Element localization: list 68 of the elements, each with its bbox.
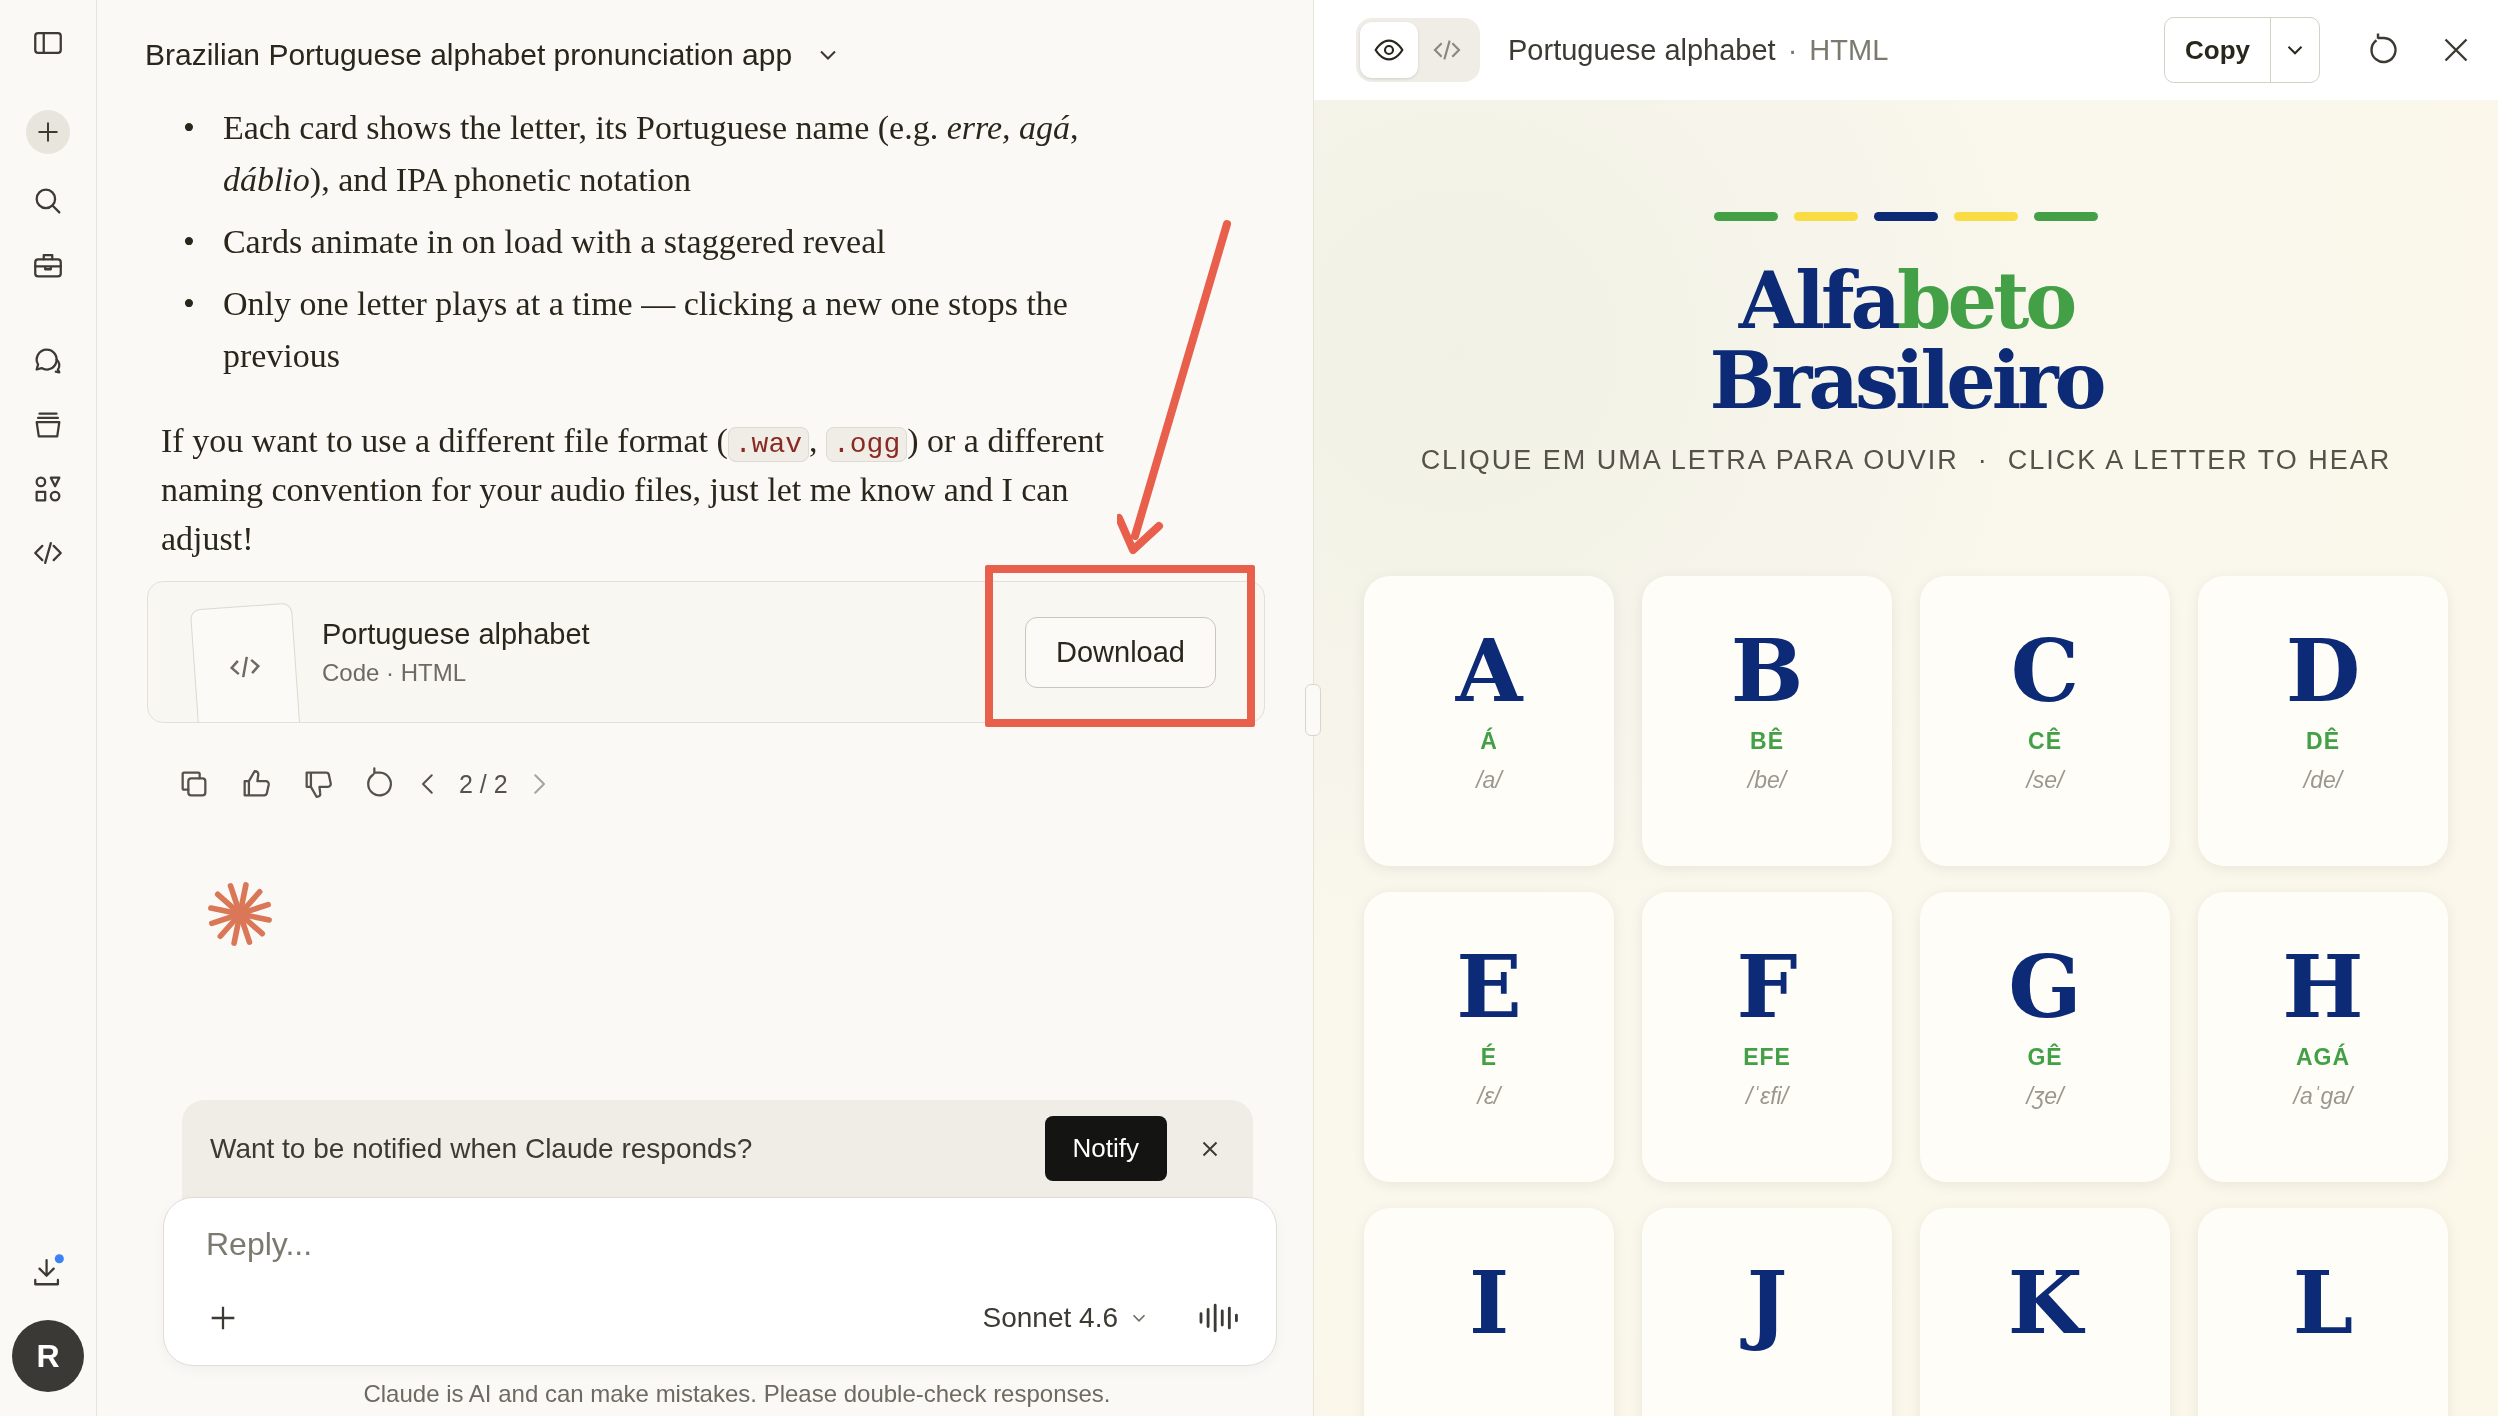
letter: F (1735, 935, 1799, 1039)
artifact-panel-title: Portuguese alphabet (1508, 33, 1776, 67)
letter-card[interactable]: J (1642, 1208, 1892, 1416)
letter-name: Á (1480, 728, 1498, 755)
phonetic-notation: /ʒe/ (2026, 1083, 2064, 1110)
notification-text: Want to be notified when Claude responds? (210, 1132, 754, 1165)
letter-card[interactable]: K (1920, 1208, 2170, 1416)
letter-card[interactable]: F EFE /ˈɛfi/ (1642, 892, 1892, 1182)
app-subtitle: CLIQUE EM UMA LETRA PARA OUVIR · CLICK A LETTER TO HEAR (1420, 445, 2392, 476)
letter-card[interactable]: I (1364, 1208, 1614, 1416)
letter: B (1729, 619, 1805, 723)
notify-button[interactable]: Notify (1044, 1116, 1167, 1181)
chat-title[interactable]: Brazilian Portuguese alphabet pronunciation app (145, 38, 793, 72)
reply-input[interactable]: Reply... (206, 1226, 1240, 1263)
bullet-marker: • (183, 222, 195, 262)
phonetic-notation: /aˈga/ (2293, 1083, 2353, 1110)
artifact-subtitle: Code · HTML (322, 658, 468, 687)
letter-name: CÊ (2028, 728, 2062, 755)
bullet-item: Cards animate in on load with a staggered reveal (222, 222, 886, 262)
phonetic-notation: /ɛ/ (1477, 1083, 1501, 1110)
letter: K (2006, 1251, 2086, 1355)
phonetic-notation: /be/ (1747, 767, 1787, 794)
artifact-card[interactable]: Portuguese alphabet Code · HTML Download (147, 581, 1265, 723)
letter-name: EFE (1743, 1044, 1791, 1071)
artifact-type: HTML (1809, 33, 1889, 67)
separator-dot: · (1787, 33, 1798, 67)
letter: E (1455, 935, 1523, 1039)
bullet-item: Each card shows the letter, its Portuguese name (e.g. erre, agá, dáblio), and IPA phonetic notation (222, 108, 1080, 200)
letter-name: BÊ (1750, 728, 1784, 755)
download-button[interactable]: Download (1025, 616, 1216, 688)
version-counter: 2 / 2 (459, 769, 508, 799)
phonetic-notation: /se/ (2026, 767, 2064, 794)
message-paragraph: If you want to use a different file format ( .wav , .ogg ) or a different naming convention for your audio files, just let me know and I can adjust! (160, 421, 1105, 559)
bullet-item: Only one letter plays at a time — clicking a new one stops the previous (222, 284, 1069, 376)
user-avatar[interactable]: R (12, 1320, 84, 1392)
letter: H (2281, 935, 2365, 1039)
letter: J (1736, 1248, 1798, 1358)
spark-icon (207, 881, 273, 947)
app-title: Alfabeto Brasileiro (1709, 261, 2103, 421)
letter-name: DÊ (2306, 728, 2340, 755)
letter: G (2007, 935, 2083, 1039)
letter-card[interactable]: D DÊ /de/ (2198, 576, 2448, 866)
bullet-marker: • (183, 284, 195, 324)
letter-card[interactable]: L (2198, 1208, 2448, 1416)
letter: I (1467, 1251, 1511, 1355)
phonetic-notation: /a/ (1476, 767, 1502, 794)
preview-tab[interactable] (1360, 22, 1418, 78)
bullet-marker: • (183, 108, 195, 148)
resize-handle[interactable] (1305, 684, 1321, 736)
letter-card[interactable]: H AGÁ /aˈga/ (2198, 892, 2448, 1182)
letter-card[interactable]: G GÊ /ʒe/ (1920, 892, 2170, 1182)
letter: D (2284, 619, 2362, 723)
letter: L (2291, 1251, 2355, 1355)
letter-card[interactable]: E É /ɛ/ (1364, 892, 1614, 1182)
model-selector[interactable]: Sonnet 4.6 (982, 1302, 1118, 1334)
letter-card[interactable]: B BÊ /be/ (1642, 576, 1892, 866)
letter-card[interactable]: C CÊ /se/ (1920, 576, 2170, 866)
letter: C (2009, 619, 2081, 723)
letter-name: GÊ (2027, 1044, 2063, 1071)
letter: A (1454, 619, 1525, 723)
artifact-title: Portuguese alphabet (322, 617, 591, 651)
letter-name: É (1480, 1044, 1498, 1071)
phonetic-notation: /de/ (2303, 767, 2343, 794)
letter-name: AGÁ (2295, 1044, 2351, 1071)
disclaimer-text: Claude is AI and can make mistakes. Please double-check responses. (362, 1379, 1112, 1409)
phonetic-notation: /ˈɛfi/ (1745, 1083, 1788, 1110)
letter-card[interactable]: A Á /a/ (1364, 576, 1614, 866)
new-chat-button[interactable] (26, 110, 70, 154)
